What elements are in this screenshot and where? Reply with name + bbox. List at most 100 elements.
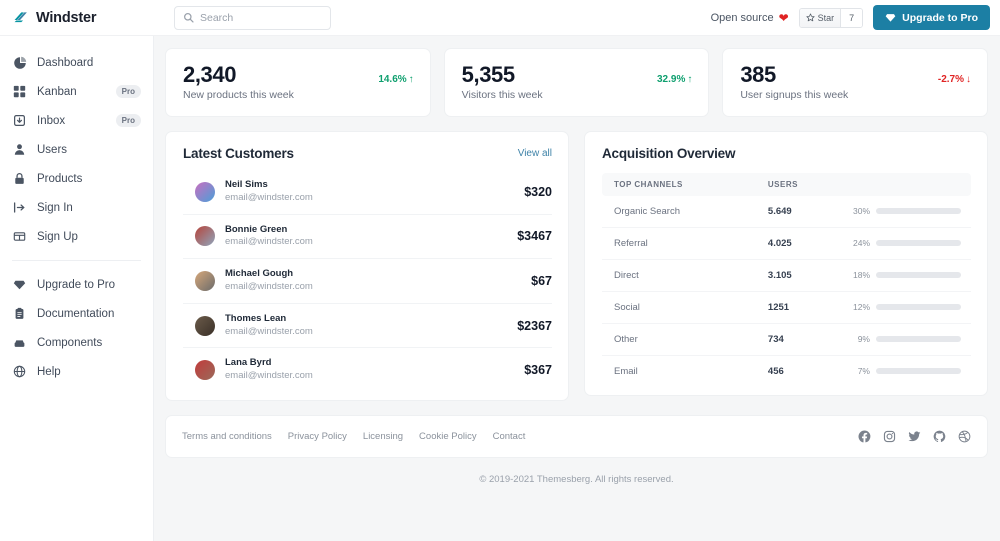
list-item[interactable]: Lana Byrd email@windster.com $367 [183, 347, 552, 392]
facebook-icon[interactable] [858, 430, 871, 443]
customer-amount: $67 [531, 274, 552, 289]
channel-users: 456 [767, 365, 784, 377]
dribbble-icon[interactable] [958, 430, 971, 443]
sidebar-item-upgrade-to-pro[interactable]: Upgrade to Pro [0, 270, 153, 299]
list-item[interactable]: Bonnie Green email@windster.com $3467 [183, 213, 552, 259]
progress-track [876, 240, 961, 247]
sidebar-item-products[interactable]: Products [0, 164, 153, 193]
customer-name: Lana Byrd [225, 357, 272, 369]
body: Dashboard Kanban Pro Inbox Pro Users Pro… [0, 36, 1000, 541]
table-row: Direct 3.105 18% [602, 259, 971, 292]
upgrade-to-pro-button[interactable]: Upgrade to Pro [873, 5, 990, 30]
table-row: Email 456 7% [602, 355, 971, 387]
footer-link-terms[interactable]: Terms and conditions [182, 431, 272, 442]
arrow-up-icon: ↑ [408, 74, 414, 85]
latest-customers-card: Latest Customers View all Neil Sims emai… [165, 130, 569, 402]
acquisition-card: Acquisition Overview TOP CHANNELS USERS [584, 130, 988, 396]
progress-track [876, 368, 961, 375]
stat-value: 5,355 [461, 62, 515, 87]
sidebar-item-documentation[interactable]: Documentation [0, 299, 153, 328]
customer-name: Neil Sims [225, 178, 268, 190]
channel-name: Social [602, 291, 756, 324]
progress-track [876, 208, 961, 215]
search-box[interactable] [174, 5, 331, 30]
lock-icon [12, 171, 27, 186]
channel-progress: 24% [836, 227, 971, 260]
sidebar-item-label: Inbox [37, 114, 66, 127]
channel-percent: 7% [857, 366, 870, 377]
brand-logo[interactable]: Windster [12, 9, 154, 26]
customer-name: Thomes Lean [225, 312, 287, 324]
windster-logo-icon [14, 12, 27, 23]
star-label: Star [817, 12, 835, 23]
globe-icon [12, 364, 27, 379]
github-star-group[interactable]: Star 7 [798, 7, 864, 28]
inbox-icon [12, 113, 27, 128]
sidebar-item-kanban[interactable]: Kanban Pro [0, 77, 153, 106]
footer-link-privacy[interactable]: Privacy Policy [288, 431, 347, 442]
twitter-icon[interactable] [908, 430, 921, 443]
grid-icon [12, 84, 27, 99]
channel-name: Referral [602, 227, 756, 260]
sidebar-item-sign-in[interactable]: Sign In [0, 193, 153, 222]
sidebar-item-sign-up[interactable]: Sign Up [0, 222, 153, 251]
avatar [195, 315, 215, 336]
sidebar-item-label: Products [37, 172, 83, 185]
stat-delta: 32.9% ↑ [657, 74, 692, 85]
sidebar-item-dashboard[interactable]: Dashboard [0, 48, 153, 77]
star-icon [806, 13, 815, 22]
table-icon [12, 229, 27, 244]
channel-percent: 9% [857, 334, 870, 345]
search-icon [184, 13, 194, 23]
sidebar-item-label: Components [37, 336, 103, 349]
clipboard-icon [12, 306, 27, 321]
channel-name: Organic Search [602, 195, 756, 228]
sidebar-item-help[interactable]: Help [0, 357, 153, 386]
table-row: Referral 4.025 24% [602, 227, 971, 260]
channel-percent: 24% [852, 238, 870, 249]
customer-amount: $320 [524, 184, 552, 199]
sidebar-item-label: Help [37, 365, 61, 378]
open-source-label: Open source ❤ [711, 12, 789, 24]
sidebar-item-inbox[interactable]: Inbox Pro [0, 106, 153, 135]
star-button[interactable]: Star [799, 8, 841, 27]
column-header-users: USERS [755, 172, 836, 196]
sidebar-item-users[interactable]: Users [0, 135, 153, 164]
list-item[interactable]: Neil Sims email@windster.com $320 [183, 170, 552, 214]
pro-badge: Pro [115, 85, 141, 98]
stat-delta-value: -2.7% [937, 74, 965, 85]
list-item[interactable]: Michael Gough email@windster.com $67 [183, 258, 552, 303]
customer-amount: $3467 [517, 229, 552, 244]
footer-links: Terms and conditions Privacy Policy Lice… [182, 431, 525, 442]
channel-progress: 18% [836, 259, 971, 292]
arrow-down-icon: ↓ [966, 74, 972, 85]
stat-card: 5,355 Visitors this week 32.9% ↑ [443, 48, 710, 117]
table-row: Other 734 9% [602, 323, 971, 356]
search-input[interactable] [200, 11, 322, 24]
customer-email: email@windster.com [225, 370, 313, 382]
content-columns: Latest Customers View all Neil Sims emai… [165, 130, 988, 402]
view-all-link[interactable]: View all [518, 148, 552, 159]
acquisition-table: TOP CHANNELS USERS Organic Search 5.649 [602, 172, 971, 387]
avatar [195, 271, 215, 292]
channel-progress: 7% [836, 355, 971, 387]
github-icon[interactable] [933, 430, 946, 443]
customer-email: email@windster.com [225, 325, 313, 337]
sidebar-item-components[interactable]: Components [0, 328, 153, 357]
channel-users: 1251 [755, 291, 836, 324]
diamond-icon [885, 14, 896, 22]
footer-link-contact[interactable]: Contact [493, 431, 526, 442]
table-header-row: TOP CHANNELS USERS [602, 172, 971, 196]
footer-link-cookie[interactable]: Cookie Policy [419, 431, 477, 442]
instagram-icon[interactable] [883, 430, 896, 443]
channel-percent: 30% [852, 206, 870, 217]
footer-link-licensing[interactable]: Licensing [363, 431, 403, 442]
channel-name: Direct [602, 259, 756, 292]
acquisition-column: Acquisition Overview TOP CHANNELS USERS [584, 130, 988, 401]
open-source-text: Open source [710, 11, 774, 24]
stat-delta-value: 14.6% [378, 74, 407, 85]
diamond-icon [12, 277, 27, 292]
customer-email: email@windster.com [225, 281, 313, 293]
list-item[interactable]: Thomes Lean email@windster.com $2367 [183, 302, 552, 348]
channel-progress: 30% [836, 195, 971, 228]
